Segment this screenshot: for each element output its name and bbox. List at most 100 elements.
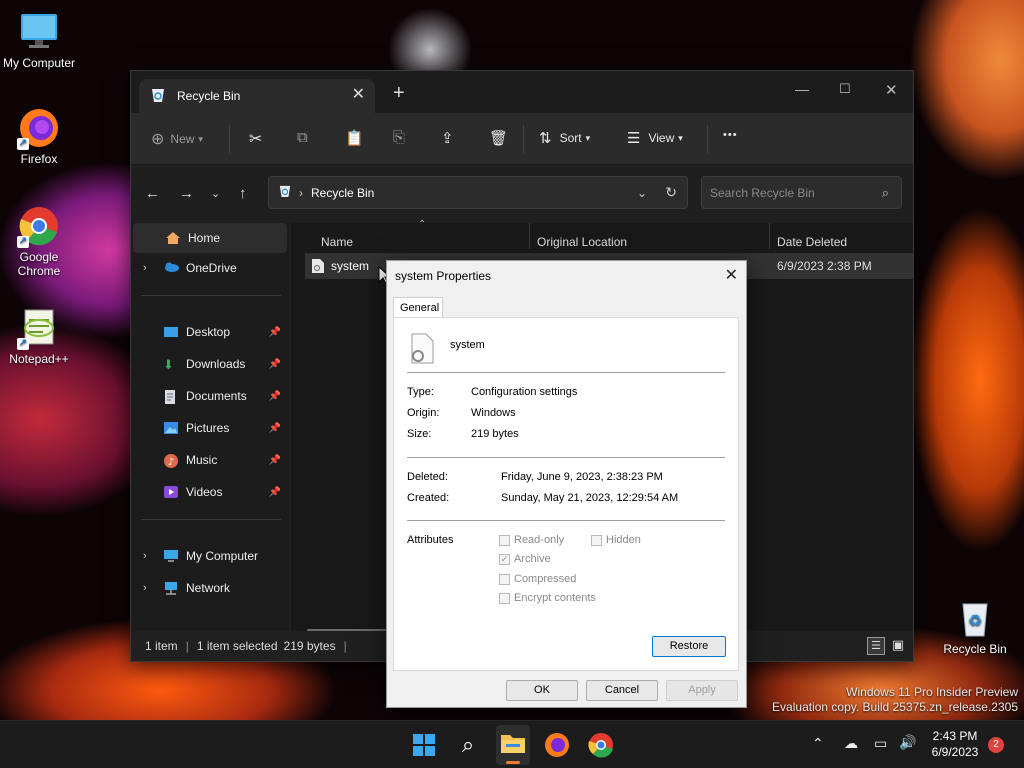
close-tab-icon[interactable]: ✕ [352,87,365,103]
new-button[interactable]: ⊕ New ▾ [151,129,203,149]
address-bar[interactable]: › Recycle Bin ⌄ ↻ [268,176,688,209]
taskbar-file-explorer[interactable] [496,725,530,765]
back-arrow-icon[interactable]: ← [145,185,160,202]
size-value: 219 bytes [471,428,519,440]
recycle-bin-icon [151,87,165,106]
sidebar-item-label: Music [186,453,218,467]
sidebar-item-network[interactable]: › Network [131,573,285,603]
sort-button[interactable]: ⇅ Sort ▾ [539,129,590,147]
clock[interactable]: 2:43 PM 6/9/2023 [924,729,986,759]
file-date-deleted: 6/9/2023 2:38 PM [777,259,872,273]
sidebar-item-my-computer[interactable]: › My Computer [131,541,285,571]
desktop-icon-label: Recycle Bin [943,642,1007,656]
tiles-view-icon[interactable]: ▣ [889,637,907,655]
desktop-icon-my-computer[interactable]: My Computer [0,10,78,70]
taskbar-chrome[interactable] [587,731,615,759]
file-name-field[interactable]: system [450,339,485,351]
notification-badge[interactable]: 2 [988,737,1004,753]
column-header-name[interactable]: Name [321,235,353,249]
sidebar-item-videos[interactable]: Videos 📌 [131,477,285,507]
new-tab-icon[interactable]: + [393,83,405,103]
section-divider [407,372,725,373]
tab-general[interactable]: General [393,297,443,318]
cut-icon[interactable]: ✂ [249,129,262,149]
column-header-original-location[interactable]: Original Location [537,235,627,249]
search-icon[interactable]: ⌕ [454,731,482,759]
copy-icon[interactable]: ⧉ [297,129,308,146]
delete-icon[interactable]: 🗑 [489,129,508,147]
sidebar-item-onedrive[interactable]: › OneDrive [131,253,285,283]
checkbox-box [499,592,510,604]
up-arrow-icon[interactable]: ↑ [239,185,247,202]
close-dialog-icon[interactable]: ✕ [725,265,738,285]
start-button[interactable] [410,731,438,759]
chevron-right-icon[interactable]: › [143,582,147,594]
address-dropdown-icon[interactable]: ⌄ [637,186,647,200]
display-icon[interactable]: ▭ [874,735,887,752]
compressed-checkbox[interactable]: Compressed [499,573,576,585]
pin-icon[interactable]: 📌 [269,327,281,338]
desktop-icon-notepadpp[interactable]: ↗ Notepad++ [0,306,78,366]
view-button[interactable]: ☰ View ▾ [627,129,683,147]
pin-icon[interactable]: 📌 [269,423,281,434]
watermark-edition: Windows 11 Pro Insider Preview [846,685,1018,699]
recent-locations-chevron-icon[interactable]: ⌄ [211,187,220,200]
pin-icon[interactable]: 📌 [269,391,281,402]
sidebar-item-home[interactable]: Home [133,223,287,253]
cancel-button[interactable]: Cancel [586,680,658,701]
size-label: Size: [407,428,432,440]
rename-icon[interactable]: ⎘ [393,129,405,146]
search-input[interactable]: Search Recycle Bin ⌕ [701,176,902,209]
chevron-right-icon[interactable]: › [143,262,147,274]
desktop-icon-google-chrome[interactable]: ↗ Google Chrome [0,204,78,278]
network-disconnected-icon[interactable]: ☁ [844,735,858,752]
desktop-icon-firefox[interactable]: ↗ Firefox [0,106,78,166]
svg-text:♪: ♪ [168,457,174,468]
sidebar-item-desktop[interactable]: Desktop 📌 [131,317,285,347]
pin-icon[interactable]: 📌 [269,487,281,498]
share-icon[interactable]: ⇪ [441,129,454,147]
desktop-icon-recycle-bin[interactable]: ♻ Recycle Bin [936,596,1014,656]
sidebar-item-downloads[interactable]: ⬇ Downloads 📌 [131,349,285,379]
taskbar: ⌕ ⌃ ☁ ▭ 🔊 2:43 PM 6/9/2023 2 [0,720,1024,768]
cloud-icon [163,261,179,275]
restore-button[interactable]: Restore [652,636,726,657]
encrypt-contents-checkbox[interactable]: Encrypt contents [499,592,596,604]
sidebar-item-documents[interactable]: Documents 📌 [131,381,285,411]
checkbox-label: Encrypt contents [514,592,596,604]
more-options-icon[interactable]: ••• [723,129,738,141]
apply-button[interactable]: Apply [666,680,738,701]
sidebar-item-music[interactable]: ♪ Music 📌 [131,445,285,475]
pin-icon[interactable]: 📌 [269,455,281,466]
paste-icon[interactable]: 📋 [345,129,364,147]
hidden-checkbox[interactable]: Hidden [591,534,641,546]
breadcrumb[interactable]: Recycle Bin [311,186,374,200]
view-icon: ☰ [627,130,641,147]
column-header-date-deleted[interactable]: Date Deleted [777,235,847,249]
chevron-right-icon[interactable]: › [143,550,147,562]
column-divider[interactable] [529,223,530,249]
created-label: Created: [407,492,450,504]
taskbar-firefox[interactable] [543,731,571,759]
pin-icon[interactable]: 📌 [269,359,281,370]
refresh-icon[interactable]: ↻ [665,184,677,201]
sidebar-item-label: Videos [186,485,223,499]
settings-file-icon [311,258,325,274]
plus-circle-icon: ⊕ [151,131,165,148]
tab-recycle-bin[interactable]: Recycle Bin ✕ [139,79,375,113]
details-view-icon[interactable]: ☰ [867,637,885,655]
column-divider[interactable] [769,223,770,249]
checkbox-label: Hidden [606,534,641,546]
sidebar-item-pictures[interactable]: Pictures 📌 [131,413,285,443]
maximize-icon[interactable]: ☐ [839,81,851,97]
chevron-up-icon[interactable]: ⌃ [812,735,824,752]
toolbar-divider [523,125,524,153]
read-only-checkbox[interactable]: Read-only [499,534,564,546]
forward-arrow-icon[interactable]: → [179,185,194,202]
minimize-icon[interactable]: — [795,81,809,97]
close-window-icon[interactable]: ✕ [885,81,898,99]
volume-icon[interactable]: 🔊 [899,734,916,751]
ok-button[interactable]: OK [506,680,578,701]
command-bar: ⊕ New ▾ ✂ ⧉ 📋 ⎘ ⇪ 🗑 ⇅ Sort ▾ ☰ View ▾ ••… [131,113,913,165]
archive-checkbox[interactable]: ✓ Archive [499,553,551,565]
